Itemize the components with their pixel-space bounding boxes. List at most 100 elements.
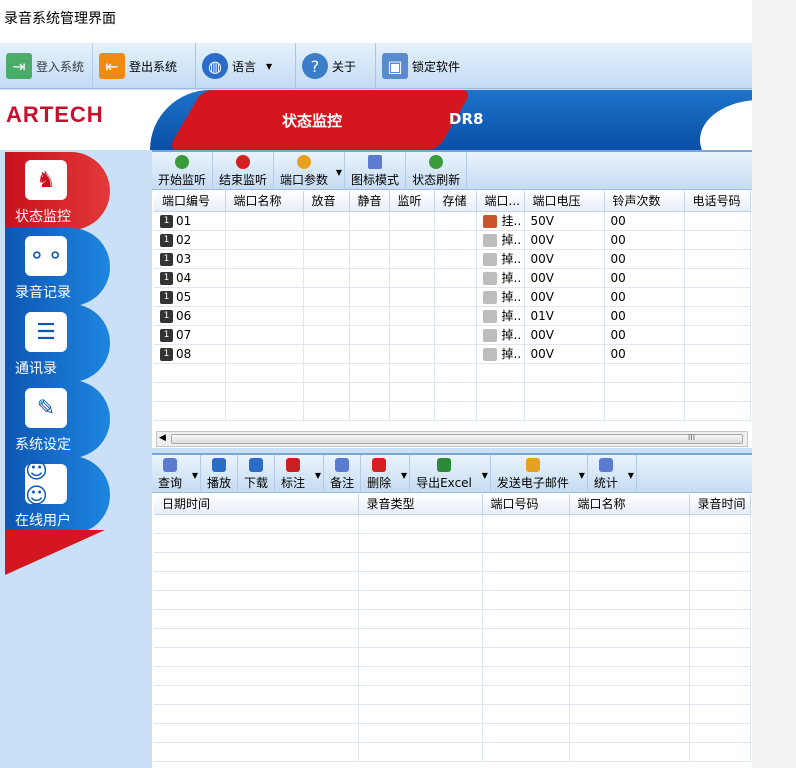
- sidebar-item-status-monitor[interactable]: ♞ 状态监控: [5, 152, 110, 230]
- record-toolbar-button[interactable]: 删除 ▼: [361, 455, 411, 493]
- record-col-header[interactable]: 录音类型: [358, 494, 483, 515]
- record-col-header[interactable]: 录音时间: [689, 494, 751, 515]
- record-toolbar-button[interactable]: 发送电子邮件 ▼: [491, 455, 588, 493]
- record-toolbar-button[interactable]: 播放: [201, 455, 239, 493]
- record-toolbar-label: 查询: [158, 475, 183, 490]
- record-toolbar-button[interactable]: 查询 ▼: [152, 455, 202, 493]
- port-col-header[interactable]: 放音: [303, 191, 350, 212]
- empty-cell: [689, 666, 751, 686]
- app-window: ⇥ 登入系统 ⇤ 登出系统 ◍ 语言 ▼ ? 关于 ▣ 锁定软件 ARTECH 状态监控 D…: [0, 43, 752, 768]
- port-icon: 1: [160, 328, 173, 342]
- empty-cell: [358, 628, 483, 648]
- record-toolbar-button[interactable]: 备注: [324, 455, 362, 493]
- empty-cell: [684, 344, 751, 364]
- table-row[interactable]: 1 07 掉.. 00V 00: [154, 325, 751, 345]
- sidebar-item-settings[interactable]: ✎ 系统设定: [5, 380, 110, 458]
- sidebar-item-records[interactable]: ⚬⚬ 录音记录: [5, 228, 110, 306]
- sidebar-item-contacts[interactable]: ☰ 通讯录: [5, 304, 110, 382]
- refresh-button[interactable]: 状态刷新: [406, 152, 468, 190]
- empty-cell: [225, 344, 304, 364]
- empty-cell: [684, 325, 751, 345]
- empty-cell: [604, 382, 685, 402]
- note-icon: [335, 457, 350, 472]
- ring-count: 00: [604, 344, 685, 364]
- empty-cell: [358, 552, 483, 572]
- table-row[interactable]: 1 06 掉.. 01V 00: [154, 306, 751, 326]
- empty-cell: [303, 249, 350, 269]
- empty-cell: [154, 647, 359, 667]
- help-icon: ?: [302, 53, 328, 79]
- port-number: 06: [176, 308, 192, 323]
- empty-cell: [154, 533, 359, 553]
- scrollbar-thumb[interactable]: III: [171, 433, 743, 444]
- horizontal-scrollbar[interactable]: ◀ III: [156, 431, 748, 447]
- ring-count: 00: [604, 211, 685, 231]
- start-listen-button[interactable]: 开始监听: [152, 152, 214, 190]
- lock-button[interactable]: ▣ 锁定软件: [376, 43, 476, 89]
- scroll-left-arrow-icon[interactable]: ◀: [159, 433, 166, 443]
- empty-cell: [482, 685, 570, 705]
- main-toolbar: ⇥ 登入系统 ⇤ 登出系统 ◍ 语言 ▼ ? 关于 ▣ 锁定软件: [0, 43, 752, 89]
- empty-cell: [225, 325, 304, 345]
- ring-count: 00: [604, 268, 685, 288]
- empty-cell: [476, 401, 525, 421]
- login-button[interactable]: ⇥ 登入系统: [0, 43, 93, 89]
- port-col-header[interactable]: 铃声次数: [604, 191, 685, 212]
- table-row[interactable]: 1 02 掉.. 00V 00: [154, 230, 751, 250]
- chevron-down-icon: ▼: [266, 61, 273, 71]
- about-button[interactable]: ? 关于: [296, 43, 376, 89]
- record-toolbar-button[interactable]: 标注 ▼: [275, 455, 325, 493]
- empty-cell: [303, 287, 350, 307]
- record-table-header: 日期时间 录音类型 端口号码 端口名称 录音时间: [154, 494, 751, 515]
- empty-cell: [154, 628, 359, 648]
- port-voltage: 01V: [524, 306, 605, 326]
- empty-cell: [358, 742, 483, 762]
- record-toolbar-button[interactable]: 下载: [238, 455, 276, 493]
- empty-cell: [358, 666, 483, 686]
- empty-cell: [154, 742, 359, 762]
- record-col-header[interactable]: 端口号码: [482, 494, 570, 515]
- empty-row: [154, 628, 751, 648]
- empty-cell: [689, 590, 751, 610]
- chevron-down-icon: ▼: [335, 168, 343, 177]
- language-button[interactable]: ◍ 语言 ▼: [196, 43, 296, 89]
- port-col-header[interactable]: 电话号码: [684, 191, 751, 212]
- empty-cell: [434, 325, 477, 345]
- headset-icon: [175, 154, 189, 169]
- empty-cell: [154, 401, 226, 421]
- port-params-button[interactable]: 端口参数 ▼: [274, 152, 346, 190]
- empty-cell: [434, 363, 477, 383]
- sidebar-item-online-users[interactable]: ☺☺ 在线用户: [5, 456, 110, 534]
- empty-cell: [389, 401, 435, 421]
- empty-cell: [482, 552, 570, 572]
- table-row[interactable]: 1 04 掉.. 00V 00: [154, 268, 751, 288]
- logout-button[interactable]: ⇤ 登出系统: [93, 43, 196, 89]
- port-col-header[interactable]: 端口电压: [524, 191, 605, 212]
- port-col-header[interactable]: 端口...: [476, 191, 525, 212]
- empty-cell: [303, 325, 350, 345]
- empty-cell: [358, 685, 483, 705]
- record-toolbar-button[interactable]: 统计 ▼: [588, 455, 637, 493]
- language-label: 语言: [232, 59, 257, 74]
- record-col-header[interactable]: 端口名称: [569, 494, 690, 515]
- record-col-header[interactable]: 日期时间: [154, 494, 359, 515]
- disconnected-icon: [482, 310, 497, 323]
- table-row[interactable]: 1 01 挂.. 50V 00: [154, 211, 751, 231]
- stop-listen-button[interactable]: 结束监听: [213, 152, 275, 190]
- port-col-header[interactable]: 静音: [349, 191, 390, 212]
- table-row[interactable]: 1 05 掉.. 00V 00: [154, 287, 751, 307]
- port-col-header[interactable]: 端口名称: [225, 191, 304, 212]
- port-voltage: 00V: [524, 325, 605, 345]
- empty-cell: [358, 609, 483, 629]
- port-col-header[interactable]: 端口编号: [154, 191, 226, 212]
- table-row[interactable]: 1 03 掉.. 00V 00: [154, 249, 751, 269]
- record-toolbar-button[interactable]: 导出Excel ▼: [410, 455, 491, 493]
- port-status-cell: 挂..: [476, 211, 525, 231]
- empty-row: [154, 382, 751, 402]
- port-col-header[interactable]: 监听: [389, 191, 435, 212]
- table-row[interactable]: 1 08 掉.. 00V 00: [154, 344, 751, 364]
- port-col-header[interactable]: 存储: [434, 191, 477, 212]
- empty-cell: [434, 249, 477, 269]
- icon-mode-button[interactable]: 图标模式: [345, 152, 407, 190]
- record-toolbar-label: 备注: [330, 475, 355, 490]
